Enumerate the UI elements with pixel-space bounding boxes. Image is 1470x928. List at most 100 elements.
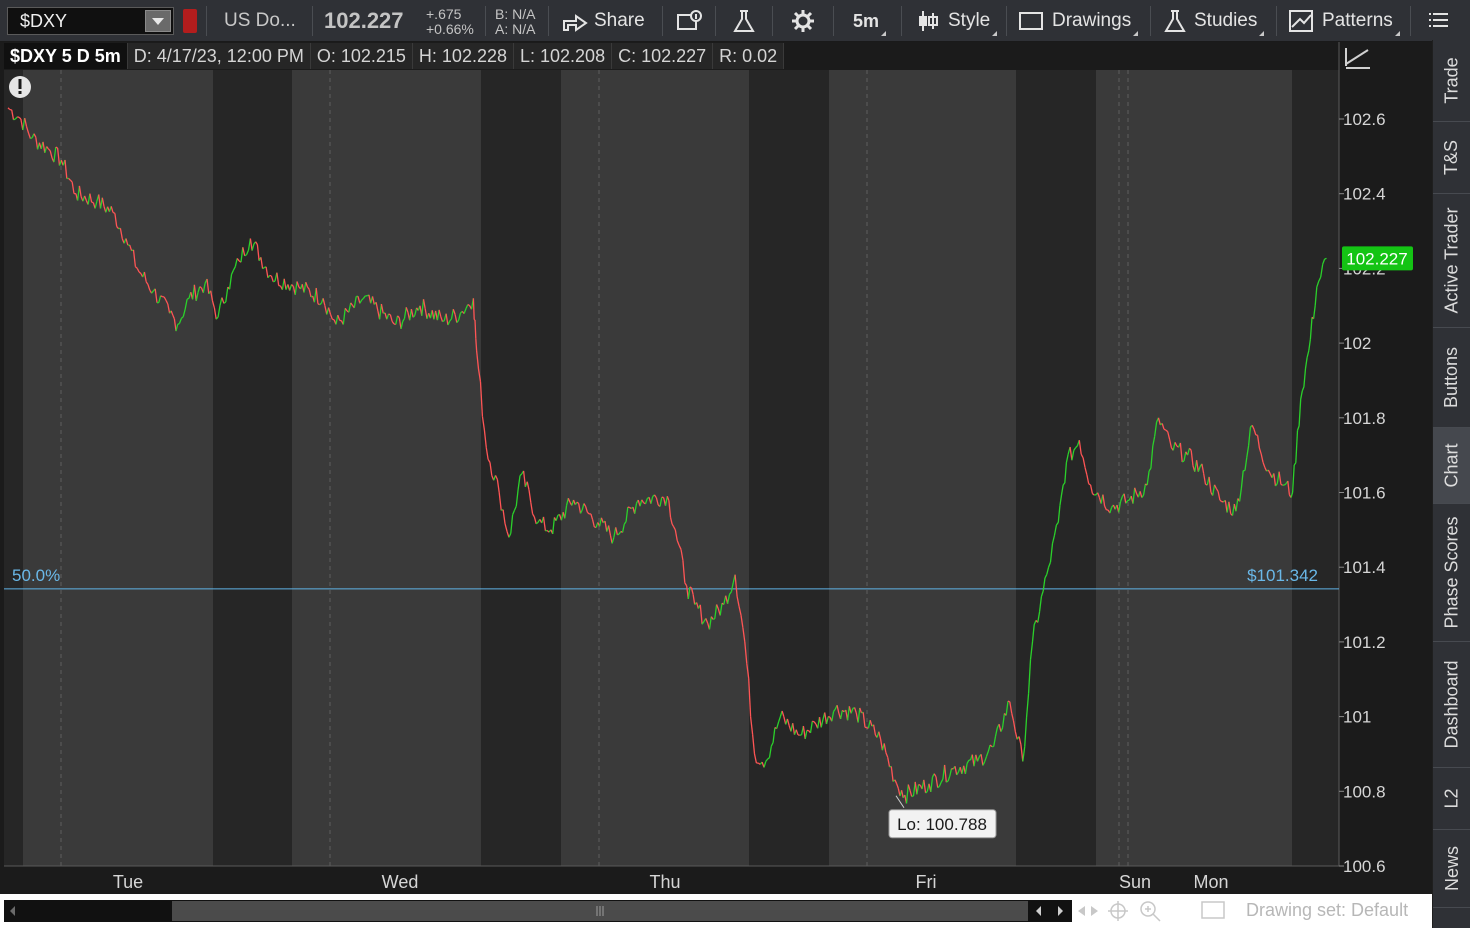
tab-phase-scores[interactable]: Phase Scores [1433, 504, 1470, 642]
session-band [1016, 70, 1096, 866]
tab-level2[interactable]: L2 [1433, 768, 1470, 830]
share-icon [563, 14, 588, 32]
scroll-back-arrow-icon[interactable] [1036, 906, 1041, 916]
tab-buttons-label: Buttons [1441, 346, 1462, 409]
close-readout: C: 102.227 [612, 43, 714, 69]
price-tick-label: 102 [1343, 334, 1371, 353]
alert-icon-bar [18, 79, 22, 89]
price-segment [1324, 257, 1327, 260]
crosshair-icon[interactable] [1108, 901, 1128, 921]
symbol-input-value: $DXY [20, 11, 68, 31]
price-segment [30, 137, 33, 140]
price-segment [799, 734, 802, 736]
toolbar-separator [772, 6, 773, 36]
patterns-icon [1289, 10, 1313, 32]
toolbar-separator [662, 6, 663, 36]
tab-trade-label: Trade [1441, 57, 1462, 104]
price-tick-label: 101.4 [1343, 558, 1386, 577]
price-segment [1280, 483, 1283, 486]
session-band [292, 70, 481, 866]
toolbar-separator [206, 6, 207, 36]
dropdown-corner-icon [992, 31, 998, 36]
price-segment [112, 211, 116, 214]
timeframe-selector[interactable]: 5m [853, 0, 887, 42]
alert-flag-icon[interactable] [183, 9, 197, 33]
price-segment [1007, 700, 1011, 703]
price-segment [911, 795, 914, 798]
scroll-forward-arrow-icon[interactable] [1058, 906, 1063, 916]
menu-lines-icon [1429, 13, 1448, 27]
toolbar-separator [715, 6, 716, 36]
price-segment [475, 338, 478, 351]
tab-chart[interactable]: Chart [1433, 428, 1470, 504]
drawing-set-icon[interactable] [1201, 901, 1225, 919]
last-price: 102.227 [324, 8, 404, 33]
drawings-menu[interactable]: Drawings [1018, 0, 1139, 42]
price-segment [186, 297, 190, 300]
session-band [561, 70, 749, 866]
drawing-set-label[interactable]: Drawing set: Default [1246, 900, 1408, 921]
studies-menu[interactable]: Studies [1164, 0, 1265, 42]
session-bands [4, 70, 1339, 866]
flask-icon [733, 10, 755, 32]
toolbar-separator [833, 6, 834, 36]
price-segment [617, 533, 620, 536]
tab-active-trader-label: Active Trader [1441, 207, 1462, 314]
price-segment [273, 280, 276, 283]
price-segment [388, 313, 391, 316]
tab-dashboard[interactable]: Dashboard [1433, 642, 1470, 768]
price-chart[interactable]: 102.6102.4102.2102101.8101.6101.4101.210… [0, 0, 1470, 928]
session-band [4, 70, 23, 866]
symbol-dropdown-button[interactable] [145, 10, 171, 32]
tab-news[interactable]: News [1433, 830, 1470, 908]
share-label: Share [594, 10, 645, 31]
style-label: Style [948, 10, 991, 31]
chart-menu-button[interactable] [1428, 0, 1450, 42]
toolbar-separator [548, 6, 549, 36]
day-label: Wed [382, 872, 419, 892]
candlestick-icon [919, 11, 938, 31]
price-segment [689, 586, 692, 589]
chart-settings-button[interactable] [676, 0, 702, 42]
session-band [481, 70, 561, 866]
expand-time-icon[interactable] [1078, 906, 1098, 916]
share-button[interactable]: Share [562, 0, 645, 42]
session-band [23, 70, 213, 866]
price-tick-label: 101.2 [1343, 633, 1386, 652]
flask-button[interactable] [732, 0, 756, 42]
date-readout: D: 4/17/23, 12:00 PM [127, 43, 311, 69]
studies-flask-icon [1164, 10, 1186, 32]
session-band [829, 70, 1016, 866]
zoom-icon[interactable] [1140, 901, 1161, 922]
range-readout: R: 0.02 [713, 43, 785, 69]
symbol-input[interactable]: $DXY [7, 7, 174, 35]
tab-time-and-sales[interactable]: T&S [1433, 122, 1470, 194]
current-price-marker: 102.227 [1342, 246, 1413, 271]
patterns-label: Patterns [1322, 10, 1393, 31]
drawings-label: Drawings [1052, 10, 1132, 31]
timeframe-label: 5m [853, 10, 880, 31]
tab-buttons[interactable]: Buttons [1433, 328, 1470, 428]
current-price-label: 102.227 [1346, 249, 1407, 268]
style-menu[interactable]: Style [916, 0, 998, 42]
tab-trade[interactable]: Trade [1433, 40, 1470, 122]
gear-icon [792, 10, 814, 32]
toolbar-separator [312, 6, 313, 36]
settings-button[interactable] [790, 0, 816, 42]
tab-ts-label: T&S [1441, 139, 1462, 176]
side-tab-bar: Trade T&S Active Trader Buttons Chart Ph… [1432, 40, 1470, 928]
tab-active-trader[interactable]: Active Trader [1433, 194, 1470, 328]
percent-change: +0.66% [426, 21, 474, 37]
price-tick-label: 101.8 [1343, 409, 1386, 428]
price-tick-label: 100.8 [1343, 782, 1386, 801]
toolbar-separator [1006, 6, 1007, 36]
price-tick-label: 101 [1343, 708, 1371, 727]
price-segment [160, 295, 163, 298]
price-segment [442, 320, 445, 323]
patterns-menu[interactable]: Patterns [1288, 0, 1400, 42]
dropdown-corner-icon [1394, 31, 1400, 36]
open-readout: O: 102.215 [310, 43, 413, 69]
alert-icon-dot [18, 91, 22, 94]
dropdown-corner-icon [1133, 31, 1139, 36]
scroll-left-arrow-icon[interactable] [10, 906, 15, 916]
